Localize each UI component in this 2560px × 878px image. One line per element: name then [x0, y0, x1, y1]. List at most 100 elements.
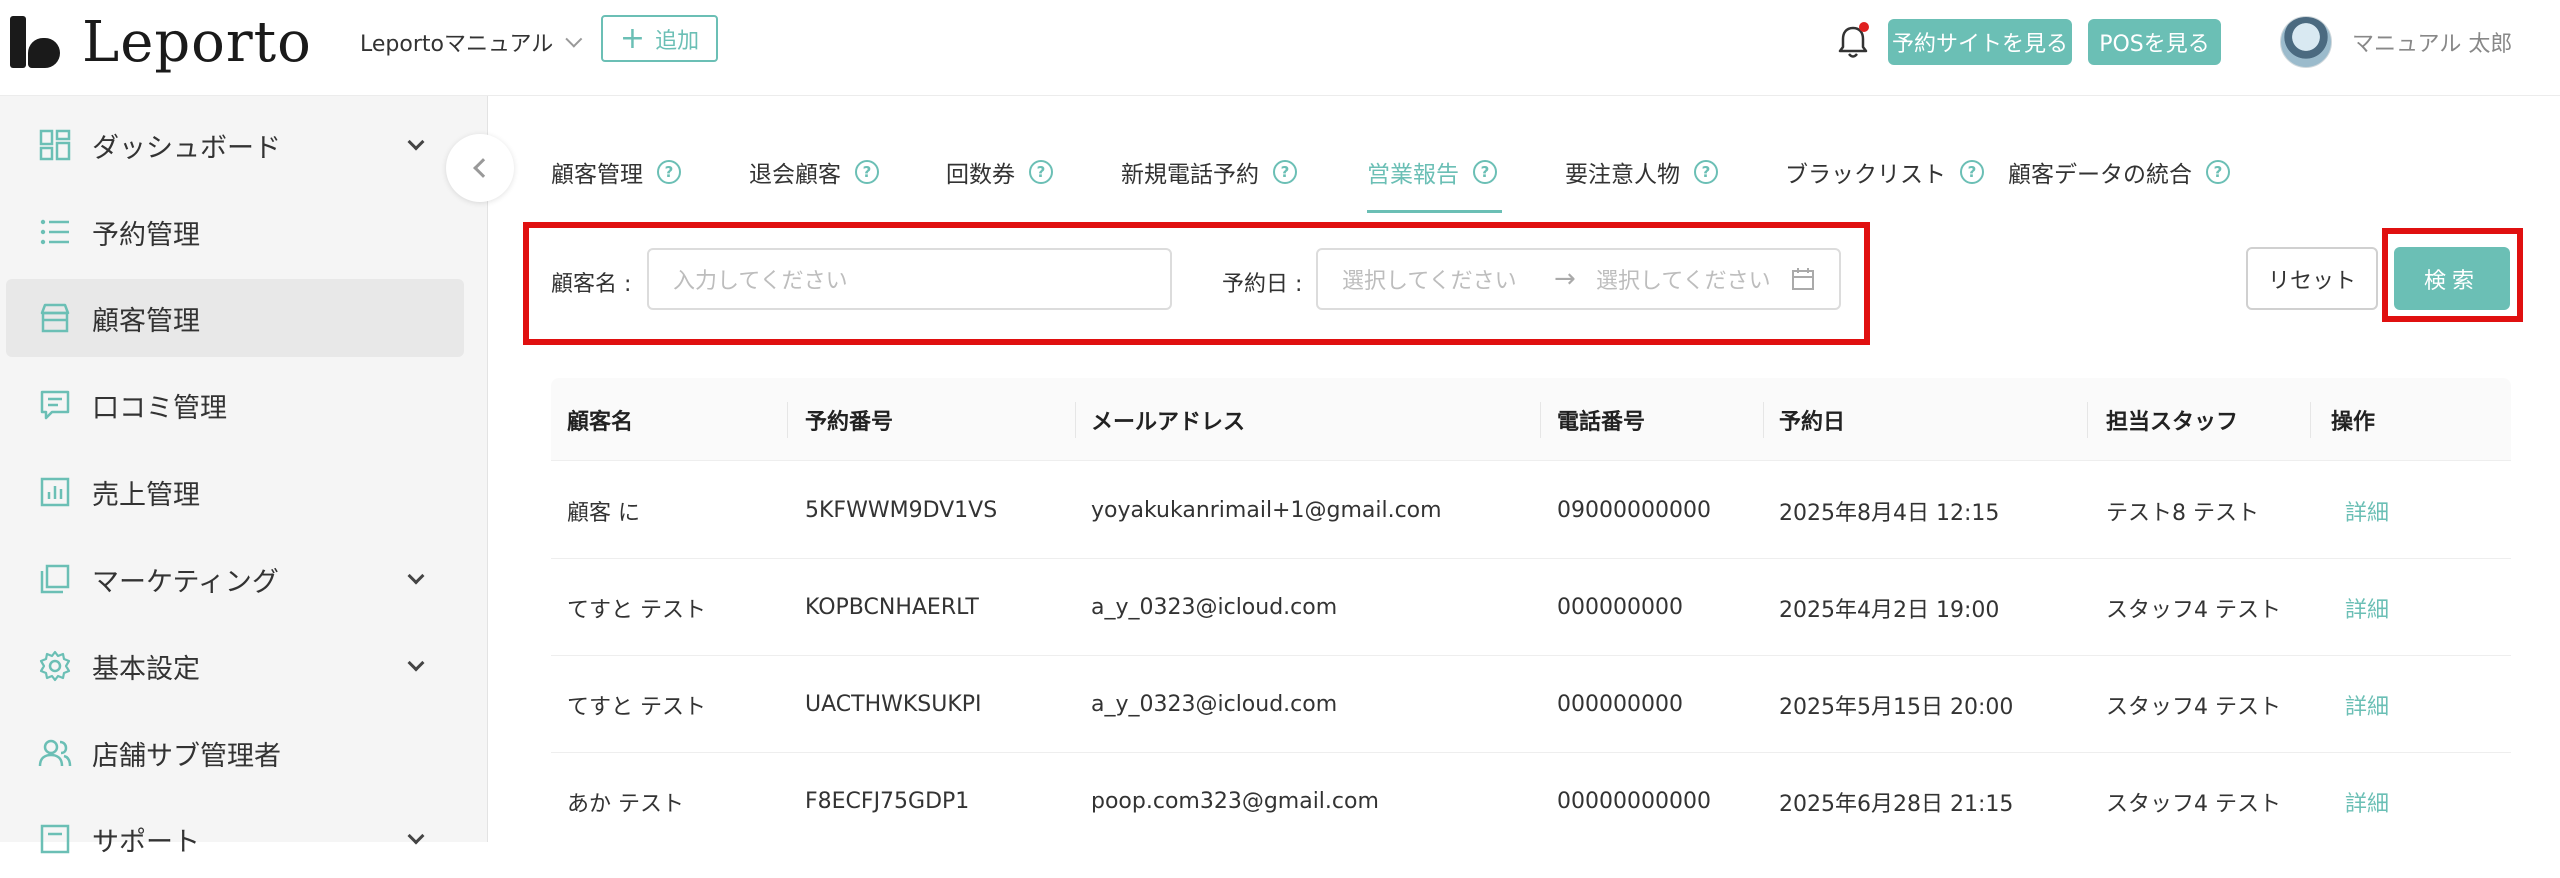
date-from-input[interactable]: 選択してください	[1342, 263, 1517, 295]
cell-staff: スタッフ4 テスト	[2106, 694, 2281, 720]
sidebar-item-label: 顧客管理	[92, 305, 200, 337]
column-header: 電話番号	[1557, 409, 1646, 435]
detail-link[interactable]: 詳細	[2345, 753, 2389, 842]
tab-merge-customer-data[interactable]: 顧客データの統合 ?	[2008, 150, 2230, 194]
cell-phone: 000000000	[1557, 595, 1683, 620]
column-divider	[2310, 402, 2311, 438]
logo-mark-icon	[10, 16, 62, 68]
column-header: 予約番号	[805, 409, 894, 435]
chevron-down-icon	[407, 654, 425, 672]
customer-name-label: 顧客名 :	[551, 272, 632, 297]
search-button[interactable]: 検索	[2394, 247, 2510, 310]
tab-label: 要注意人物	[1565, 162, 1680, 188]
detail-link[interactable]: 詳細	[2345, 656, 2389, 753]
store-selector[interactable]: Leportoマニュアル	[360, 24, 583, 60]
help-icon[interactable]: ?	[855, 160, 879, 184]
tab-sales-report[interactable]: 営業報告 ?	[1367, 150, 1497, 194]
cell-reservation-number: UACTHWKSUKPI	[805, 692, 982, 717]
column-divider	[1763, 402, 1764, 438]
cell-phone: 09000000000	[1557, 498, 1711, 523]
sidebar-item-customers[interactable]: 顧客管理	[6, 279, 464, 357]
arrow-right-icon: →	[1554, 264, 1576, 294]
column-header: 顧客名	[567, 409, 634, 435]
column-header: 担当スタッフ	[2106, 409, 2239, 435]
view-pos-button[interactable]: POSを見る	[2088, 19, 2221, 65]
help-icon[interactable]: ?	[1273, 160, 1297, 184]
help-icon[interactable]: ?	[2206, 160, 2230, 184]
column-header: 予約日	[1779, 409, 1846, 435]
customer-table: 顧客名 予約番号 メールアドレス 電話番号 予約日 担当スタッフ 操作 顧客 に…	[551, 378, 2511, 842]
chart-icon	[40, 477, 70, 507]
plus-icon: +	[619, 20, 646, 56]
avatar	[2280, 16, 2332, 68]
cell-phone: 00000000000	[1557, 789, 1711, 814]
sidebar-item-settings[interactable]: 基本設定	[6, 627, 464, 705]
table-header: 顧客名 予約番号 メールアドレス 電話番号 予約日 担当スタッフ 操作	[551, 378, 2511, 461]
tab-caution-persons[interactable]: 要注意人物 ?	[1565, 150, 1718, 194]
cell-reservation-number: 5KFWWM9DV1VS	[805, 498, 998, 523]
cell-reservation-number: KOPBCNHAERLT	[805, 595, 979, 620]
list-icon	[40, 219, 69, 245]
users-icon	[38, 739, 72, 767]
help-icon[interactable]: ?	[657, 160, 681, 184]
tab-blacklist[interactable]: ブラックリスト ?	[1785, 150, 1984, 194]
help-icon[interactable]: ?	[1473, 160, 1497, 184]
detail-link[interactable]: 詳細	[2345, 559, 2389, 656]
column-divider	[2087, 402, 2088, 438]
sidebar-item-reviews[interactable]: 口コミ管理	[6, 366, 464, 444]
tab-coupon-tickets[interactable]: 回数券 ?	[946, 150, 1053, 194]
view-reservation-site-button[interactable]: 予約サイトを見る	[1888, 19, 2072, 65]
sidebar-item-marketing[interactable]: マーケティング	[6, 540, 464, 618]
cell-reservation-date: 2025年5月15日 20:00	[1779, 694, 2014, 720]
customer-name-input[interactable]: 入力してください	[647, 248, 1172, 310]
cell-customer-name: 顧客 に	[567, 500, 640, 526]
sidebar-item-reservations[interactable]: 予約管理	[6, 193, 464, 271]
top-header: Leporto Leportoマニュアル + 追加 予約サイトを見る POSを見…	[0, 0, 2560, 96]
tab-label: 回数券	[946, 162, 1015, 188]
cell-customer-name: あか テスト	[567, 791, 684, 817]
cell-reservation-date: 2025年8月4日 12:15	[1779, 500, 2000, 526]
detail-link[interactable]: 詳細	[2345, 462, 2389, 559]
cell-staff: スタッフ4 テスト	[2106, 791, 2281, 817]
help-icon[interactable]: ?	[1960, 160, 1984, 184]
brand-logo[interactable]: Leporto	[10, 9, 312, 75]
tab-new-phone-reservation[interactable]: 新規電話予約 ?	[1121, 150, 1297, 194]
column-header: メールアドレス	[1091, 409, 1246, 435]
add-button[interactable]: + 追加	[601, 15, 718, 62]
tab-label: 新規電話予約	[1121, 162, 1259, 188]
tab-label: 退会顧客	[749, 162, 841, 188]
sidebar-item-label: 売上管理	[92, 479, 200, 511]
sidebar-item-sub-admins[interactable]: 店舗サブ管理者	[6, 714, 464, 792]
sidebar-item-label: 店舗サブ管理者	[92, 740, 281, 772]
table-row: てすと テスト UACTHWKSUKPI a_y_0323@icloud.com…	[551, 656, 2511, 753]
help-icon[interactable]: ?	[1029, 160, 1053, 184]
tab-label: 顧客管理	[551, 162, 643, 188]
notification-bell-icon[interactable]	[1833, 22, 1873, 62]
sidebar-item-sales[interactable]: 売上管理	[6, 453, 464, 531]
chevron-down-icon	[407, 133, 425, 151]
cell-staff: テスト8 テスト	[2106, 500, 2259, 526]
sidebar-item-dashboard[interactable]: ダッシュボード	[6, 106, 464, 184]
help-icon[interactable]: ?	[1694, 160, 1718, 184]
sidebar-item-label: ダッシュボード	[92, 132, 281, 164]
sidebar-item-label: 口コミ管理	[92, 392, 227, 424]
cell-staff: スタッフ4 テスト	[2106, 597, 2281, 623]
user-menu[interactable]: マニュアル 太郎	[2280, 14, 2512, 70]
dashboard-icon	[39, 129, 71, 161]
date-to-input[interactable]: 選択してください	[1596, 263, 1771, 295]
cell-email: yoyakukanrimail+1@gmail.com	[1091, 498, 1442, 523]
cell-email: a_y_0323@icloud.com	[1091, 692, 1338, 717]
sidebar-collapse-button[interactable]	[446, 134, 514, 202]
brand-name: Leporto	[82, 9, 312, 75]
customer-name-placeholder: 入力してください	[673, 269, 848, 294]
cell-reservation-date: 2025年6月28日 21:15	[1779, 791, 2014, 817]
tab-withdrawn-customers[interactable]: 退会顧客 ?	[749, 150, 879, 194]
sidebar-item-support[interactable]: サポート	[6, 800, 464, 878]
add-button-label: 追加	[655, 28, 700, 54]
active-tab-indicator	[1367, 210, 1502, 213]
reservation-date-range-picker[interactable]: 選択してください → 選択してください	[1316, 248, 1841, 310]
sidebar-item-label: サポート	[92, 826, 200, 858]
tab-customers[interactable]: 顧客管理 ?	[551, 150, 681, 194]
sidebar-item-label: 基本設定	[92, 653, 200, 685]
reset-button[interactable]: リセット	[2246, 247, 2378, 310]
